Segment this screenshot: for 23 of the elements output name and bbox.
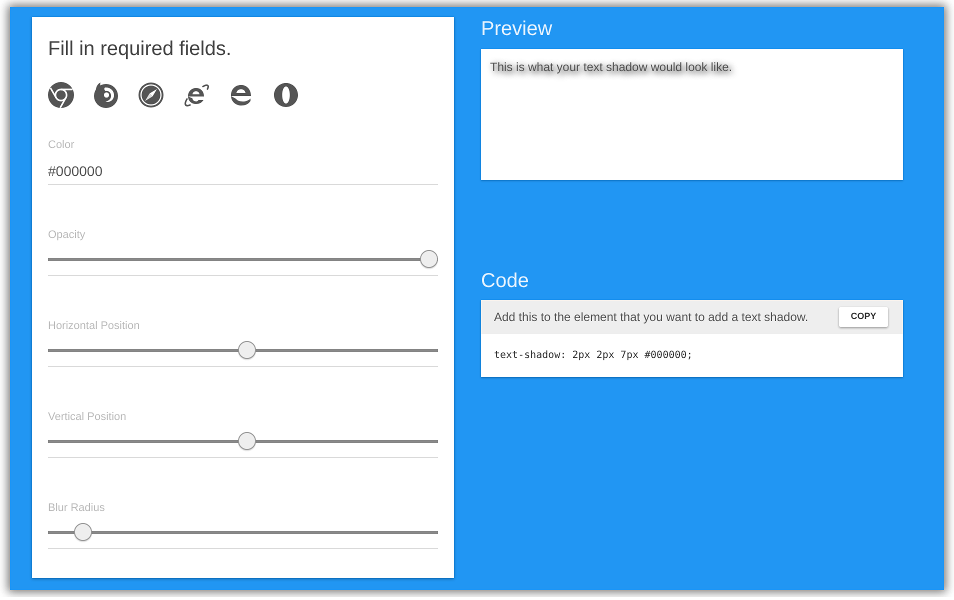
slider-label: Vertical Position	[48, 410, 128, 424]
opera-icon	[273, 82, 299, 108]
preview-heading: Preview	[481, 17, 554, 41]
slider-label: Blur Radius	[48, 501, 106, 515]
edge-icon	[228, 82, 254, 108]
slider-label: Opacity	[48, 228, 86, 242]
safari-icon	[138, 82, 164, 108]
slider-thumb[interactable]	[238, 432, 256, 450]
slider-thumb[interactable]	[420, 250, 438, 268]
copy-button[interactable]: COPY	[839, 307, 888, 327]
internet-explorer-icon	[183, 82, 209, 108]
preview-text: This is what your text shadow would look like.	[490, 60, 734, 74]
code-snippet: text-shadow: 2px 2px 7px #000000;	[494, 349, 693, 363]
form-title: Fill in required fields.	[48, 37, 232, 61]
code-heading: Code	[481, 269, 530, 293]
slider-thumb[interactable]	[74, 523, 92, 541]
slider-thumb[interactable]	[238, 341, 256, 359]
firefox-icon	[93, 82, 119, 108]
code-instruction: Add this to the element that you want to add a text shadow.	[494, 309, 808, 326]
color-label: Color	[48, 138, 76, 152]
slider-label: Horizontal Position	[48, 319, 141, 333]
color-input[interactable]: #000000	[48, 158, 438, 185]
chrome-icon	[48, 82, 74, 108]
